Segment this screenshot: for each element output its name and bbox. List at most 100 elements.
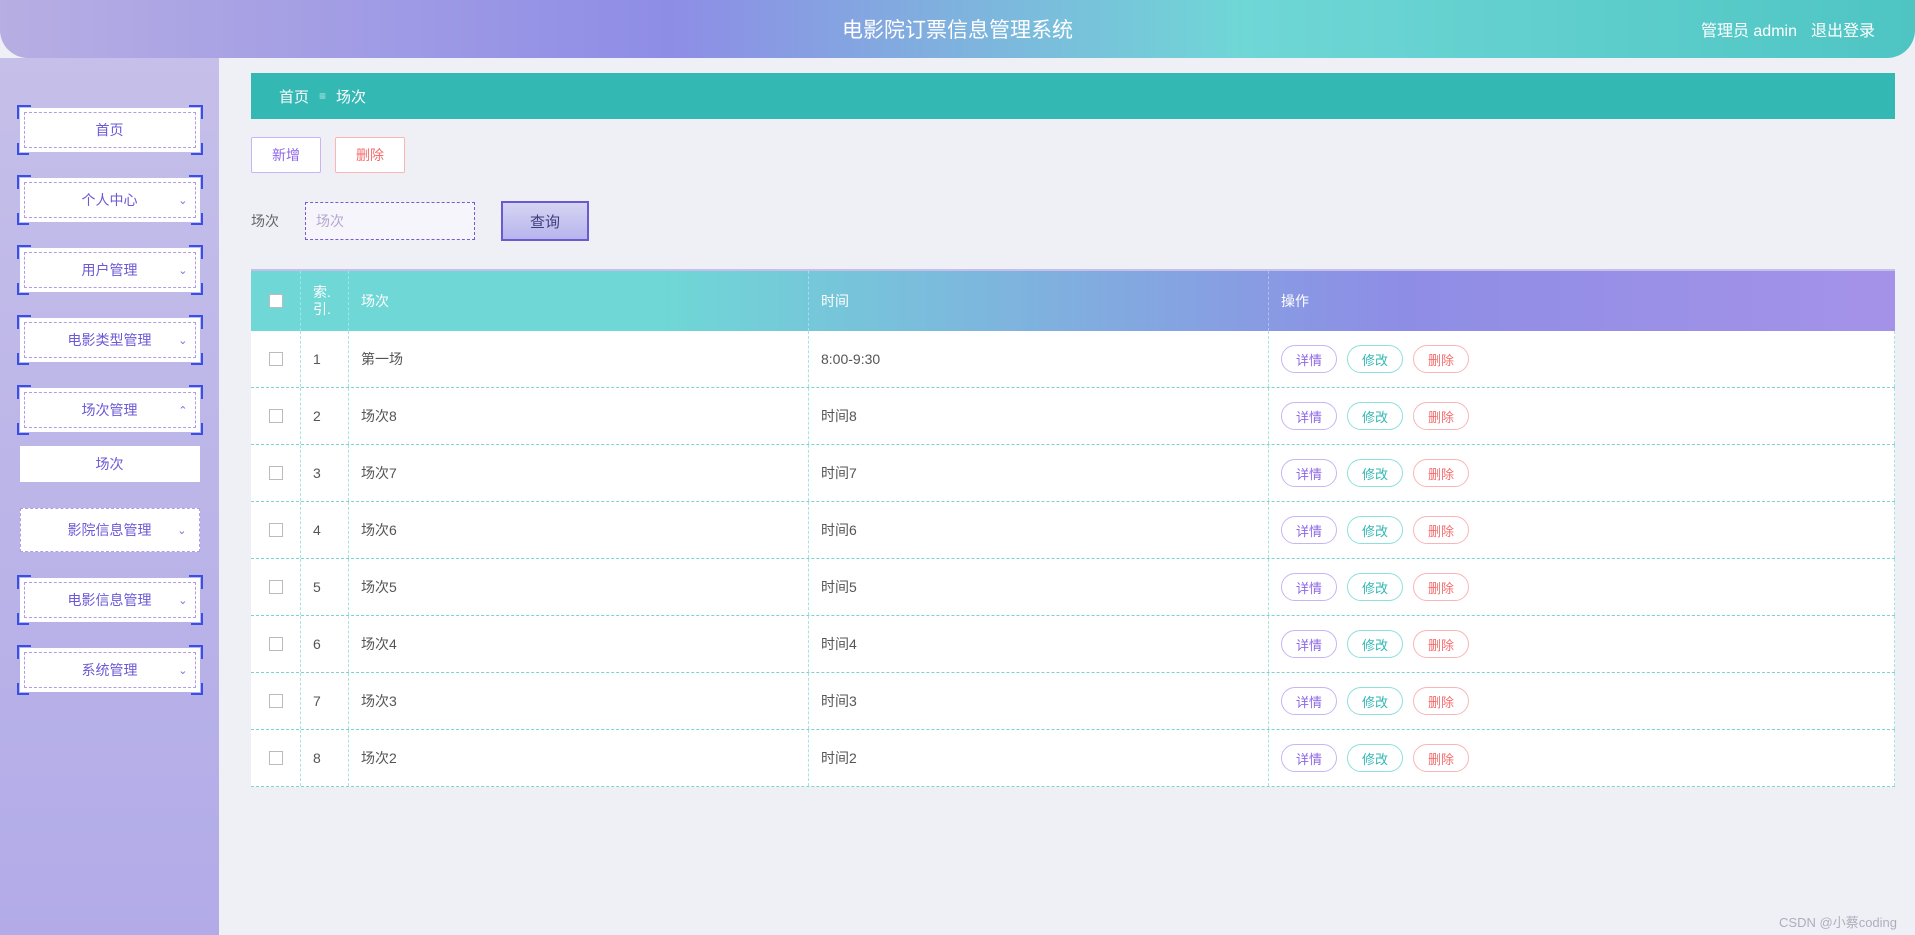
detail-button[interactable]: 详情 bbox=[1281, 345, 1337, 373]
row-checkbox-cell bbox=[251, 559, 301, 615]
table-row: 5场次5时间5详情修改删除 bbox=[251, 559, 1895, 616]
breadcrumb-home[interactable]: 首页 bbox=[279, 86, 309, 107]
table-header: 索.引. 场次 时间 操作 bbox=[251, 271, 1895, 331]
detail-button[interactable]: 详情 bbox=[1281, 573, 1337, 601]
add-button[interactable]: 新增 bbox=[251, 137, 321, 173]
table-row: 1第一场8:00-9:30详情修改删除 bbox=[251, 331, 1895, 388]
row-delete-button[interactable]: 删除 bbox=[1413, 402, 1469, 430]
row-operations: 详情修改删除 bbox=[1269, 388, 1895, 444]
filter-input[interactable] bbox=[305, 202, 475, 240]
row-index: 6 bbox=[301, 616, 349, 672]
row-operations: 详情修改删除 bbox=[1269, 445, 1895, 501]
chevron-icon: ⌄ bbox=[178, 194, 187, 207]
row-checkbox-cell bbox=[251, 445, 301, 501]
row-checkbox-cell bbox=[251, 616, 301, 672]
row-delete-button[interactable]: 删除 bbox=[1413, 687, 1469, 715]
row-time: 8:00-9:30 bbox=[809, 331, 1269, 387]
edit-button[interactable]: 修改 bbox=[1347, 402, 1403, 430]
row-checkbox[interactable] bbox=[269, 409, 283, 423]
filter-label: 场次 bbox=[251, 211, 279, 231]
row-session: 场次8 bbox=[349, 388, 809, 444]
logout-link[interactable]: 退出登录 bbox=[1811, 17, 1875, 41]
row-checkbox-cell bbox=[251, 502, 301, 558]
row-delete-button[interactable]: 删除 bbox=[1413, 744, 1469, 772]
detail-button[interactable]: 详情 bbox=[1281, 687, 1337, 715]
filter-bar: 场次 查询 bbox=[251, 201, 1895, 241]
row-operations: 详情修改删除 bbox=[1269, 559, 1895, 615]
sidebar-sub-item[interactable]: 场次 bbox=[20, 446, 200, 482]
row-checkbox[interactable] bbox=[269, 580, 283, 594]
edit-button[interactable]: 修改 bbox=[1347, 687, 1403, 715]
sidebar-item-label: 电影信息管理 bbox=[68, 590, 152, 610]
detail-button[interactable]: 详情 bbox=[1281, 402, 1337, 430]
chevron-icon: ⌄ bbox=[177, 524, 186, 537]
sidebar-item[interactable]: 首页 bbox=[20, 108, 200, 152]
row-checkbox-cell bbox=[251, 673, 301, 729]
edit-button[interactable]: 修改 bbox=[1347, 516, 1403, 544]
row-checkbox[interactable] bbox=[269, 523, 283, 537]
sidebar-item[interactable]: 系统管理⌄ bbox=[20, 648, 200, 692]
detail-button[interactable]: 详情 bbox=[1281, 744, 1337, 772]
sidebar-item[interactable]: 用户管理 ⌄ bbox=[20, 248, 200, 292]
header-time: 时间 bbox=[809, 271, 1269, 331]
row-index: 3 bbox=[301, 445, 349, 501]
row-time: 时间6 bbox=[809, 502, 1269, 558]
row-checkbox[interactable] bbox=[269, 466, 283, 480]
app-header: 电影院订票信息管理系统 管理员 admin 退出登录 bbox=[0, 0, 1915, 58]
sidebar-item-label: 用户管理 bbox=[82, 260, 138, 280]
detail-button[interactable]: 详情 bbox=[1281, 459, 1337, 487]
edit-button[interactable]: 修改 bbox=[1347, 744, 1403, 772]
row-delete-button[interactable]: 删除 bbox=[1413, 630, 1469, 658]
edit-button[interactable]: 修改 bbox=[1347, 345, 1403, 373]
sidebar-item[interactable]: 影院信息管理 ⌄ bbox=[20, 508, 200, 552]
row-time: 时间3 bbox=[809, 673, 1269, 729]
row-delete-button[interactable]: 删除 bbox=[1413, 345, 1469, 373]
row-checkbox[interactable] bbox=[269, 637, 283, 651]
query-button[interactable]: 查询 bbox=[501, 201, 589, 241]
table-row: 7场次3时间3详情修改删除 bbox=[251, 673, 1895, 730]
header-operation: 操作 bbox=[1269, 271, 1895, 331]
row-index: 2 bbox=[301, 388, 349, 444]
table-row: 6场次4时间4详情修改删除 bbox=[251, 616, 1895, 673]
row-index: 8 bbox=[301, 730, 349, 786]
table-row: 4场次6时间6详情修改删除 bbox=[251, 502, 1895, 559]
watermark: CSDN @小蔡coding bbox=[1779, 912, 1897, 931]
detail-button[interactable]: 详情 bbox=[1281, 516, 1337, 544]
header-right: 管理员 admin 退出登录 bbox=[1701, 0, 1875, 58]
row-time: 时间7 bbox=[809, 445, 1269, 501]
edit-button[interactable]: 修改 bbox=[1347, 630, 1403, 658]
detail-button[interactable]: 详情 bbox=[1281, 630, 1337, 658]
admin-label[interactable]: 管理员 admin bbox=[1701, 17, 1797, 41]
sidebar-item-label: 影院信息管理 bbox=[68, 520, 152, 540]
row-operations: 详情修改删除 bbox=[1269, 730, 1895, 786]
breadcrumb: 首页 ≡ 场次 bbox=[251, 73, 1895, 119]
select-all-checkbox[interactable] bbox=[269, 294, 283, 308]
row-index: 4 bbox=[301, 502, 349, 558]
row-delete-button[interactable]: 删除 bbox=[1413, 459, 1469, 487]
row-session: 场次4 bbox=[349, 616, 809, 672]
row-operations: 详情修改删除 bbox=[1269, 331, 1895, 387]
sidebar-item[interactable]: 电影信息管理⌄ bbox=[20, 578, 200, 622]
content-area: 首页 ≡ 场次 新增 删除 场次 查询 索.引. 场次 时间 操作 1第一场8:… bbox=[219, 58, 1915, 935]
batch-delete-button[interactable]: 删除 bbox=[335, 137, 405, 173]
table-row: 8场次2时间2详情修改删除 bbox=[251, 730, 1895, 787]
sidebar-item[interactable]: 个人中心⌄ bbox=[20, 178, 200, 222]
sidebar: 首页个人中心⌄用户管理⌄电影类型管理⌄场次管理⌃场次影院信息管理⌄电影信息管理⌄… bbox=[0, 58, 219, 935]
row-checkbox-cell bbox=[251, 730, 301, 786]
row-checkbox[interactable] bbox=[269, 694, 283, 708]
sidebar-item[interactable]: 场次管理⌃ bbox=[20, 388, 200, 432]
row-operations: 详情修改删除 bbox=[1269, 502, 1895, 558]
row-checkbox[interactable] bbox=[269, 751, 283, 765]
edit-button[interactable]: 修改 bbox=[1347, 573, 1403, 601]
data-table: 索.引. 场次 时间 操作 1第一场8:00-9:30详情修改删除2场次8时间8… bbox=[251, 269, 1895, 787]
edit-button[interactable]: 修改 bbox=[1347, 459, 1403, 487]
row-checkbox[interactable] bbox=[269, 352, 283, 366]
row-time: 时间2 bbox=[809, 730, 1269, 786]
sidebar-item[interactable]: 电影类型管理⌄ bbox=[20, 318, 200, 362]
row-delete-button[interactable]: 删除 bbox=[1413, 573, 1469, 601]
breadcrumb-current: 场次 bbox=[336, 86, 366, 107]
chevron-icon: ⌄ bbox=[178, 264, 187, 277]
breadcrumb-sep-icon: ≡ bbox=[319, 89, 326, 103]
row-delete-button[interactable]: 删除 bbox=[1413, 516, 1469, 544]
header-checkbox-cell bbox=[251, 271, 301, 331]
